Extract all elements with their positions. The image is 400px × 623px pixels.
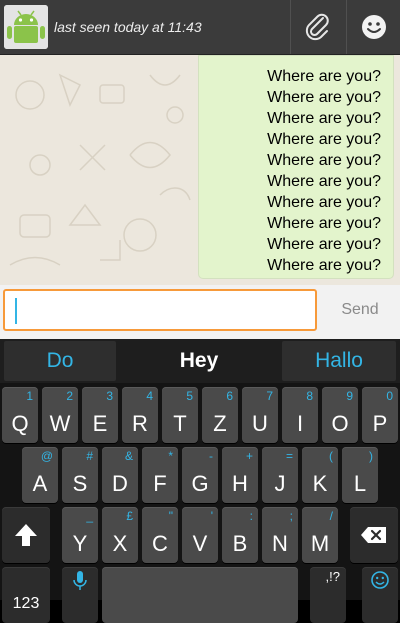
- key-m[interactable]: / M: [302, 507, 338, 563]
- emoji-key[interactable]: [362, 567, 398, 623]
- message-line: Where are you?: [267, 131, 381, 148]
- emoji-button[interactable]: [346, 0, 400, 54]
- message-line: Where are you?: [267, 236, 381, 253]
- key-i[interactable]: 8I: [282, 387, 318, 443]
- key-f[interactable]: * F: [142, 447, 178, 503]
- key-w[interactable]: 2W: [42, 387, 78, 443]
- key-s[interactable]: # S: [62, 447, 98, 503]
- smiley-icon: [362, 15, 386, 39]
- key-a[interactable]: @ A: [22, 447, 58, 503]
- message-line: Where are you?: [267, 152, 381, 169]
- key-g[interactable]: -G: [182, 447, 218, 503]
- message-line: Where are you?: [267, 215, 381, 232]
- numbers-key[interactable]: 123: [2, 567, 50, 623]
- key-k[interactable]: (K: [302, 447, 338, 503]
- text-cursor: [15, 298, 17, 324]
- key-n[interactable]: ; N: [262, 507, 298, 563]
- chat-area[interactable]: Where are you? Where are you? Where are …: [0, 55, 400, 285]
- message-line: Where are you?: [267, 68, 381, 85]
- key-l[interactable]: ) L: [342, 447, 378, 503]
- shift-arrow-icon: [15, 524, 37, 546]
- contact-avatar[interactable]: [4, 5, 48, 49]
- message-line: Where are you?: [267, 194, 381, 211]
- key-b[interactable]: :B: [222, 507, 258, 563]
- key-z[interactable]: 6Z: [202, 387, 238, 443]
- key-e[interactable]: 3E: [82, 387, 118, 443]
- key-y[interactable]: _ Y: [62, 507, 98, 563]
- send-button[interactable]: Send: [324, 289, 396, 331]
- backspace-icon: [361, 527, 386, 543]
- microphone-icon: [73, 571, 87, 590]
- backspace-key[interactable]: [350, 507, 398, 563]
- key-h[interactable]: + H: [222, 447, 258, 503]
- outgoing-message-bubble[interactable]: Where are you? Where are you? Where are …: [198, 55, 394, 279]
- key-x[interactable]: £ X: [102, 507, 138, 563]
- key-p[interactable]: 0P: [362, 387, 398, 443]
- keyboard-smiley-icon: [371, 571, 389, 589]
- shift-key[interactable]: [2, 507, 50, 563]
- voice-input-key[interactable]: [62, 567, 98, 623]
- message-line: Where are you?: [267, 110, 381, 127]
- message-line: Where are you?: [267, 89, 381, 106]
- key-r[interactable]: 4R: [122, 387, 158, 443]
- key-t[interactable]: 5T: [162, 387, 198, 443]
- message-line: Where are you?: [267, 173, 381, 190]
- key-c[interactable]: " C: [142, 507, 178, 563]
- key-v[interactable]: ' V: [182, 507, 218, 563]
- key-o[interactable]: 9O: [322, 387, 358, 443]
- message-input[interactable]: [3, 289, 317, 331]
- key-u[interactable]: 7U: [242, 387, 278, 443]
- key-q[interactable]: 1Q: [2, 387, 38, 443]
- space-key[interactable]: [102, 567, 298, 623]
- suggestion-item[interactable]: Do: [4, 341, 116, 381]
- attach-button[interactable]: [290, 0, 345, 54]
- suggestion-item-primary[interactable]: Hey: [122, 341, 276, 381]
- suggestion-item[interactable]: Hallo: [282, 341, 396, 381]
- android-icon: [4, 5, 48, 49]
- chat-header: last seen today at 11:43: [0, 0, 400, 55]
- punctuation-key[interactable]: ,!?: [310, 567, 346, 623]
- last-seen-status: last seen today at 11:43: [54, 19, 202, 35]
- suggestion-bar: Do Hey Hallo: [0, 339, 400, 383]
- soft-keyboard: Do Hey Hallo 1Q 2W 3E 4R 5T 6Z 7U 8I 9O …: [0, 339, 400, 623]
- key-j[interactable]: = J: [262, 447, 298, 503]
- key-d[interactable]: & D: [102, 447, 138, 503]
- compose-bar: Send: [0, 285, 400, 339]
- paperclip-icon: [305, 13, 329, 41]
- message-line: Where are you?: [267, 257, 381, 274]
